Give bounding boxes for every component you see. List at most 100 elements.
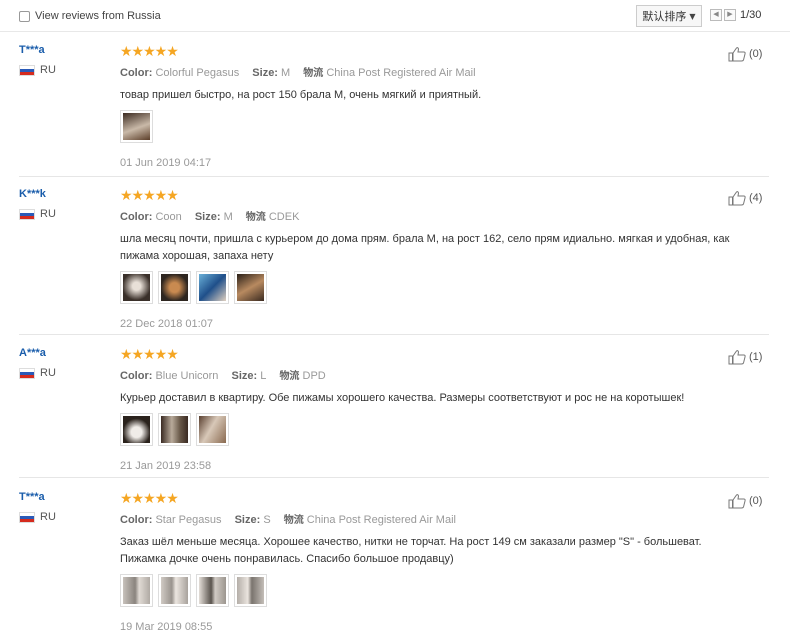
thumbs-up-icon [728, 350, 746, 365]
order-attributes: Color: Coon Size: M 物流 CDEK [120, 208, 720, 223]
country-filter-checkbox[interactable] [19, 10, 30, 22]
reviewer-country: RU [19, 511, 56, 523]
order-attributes: Color: Colorful Pegasus Size: M 物流 China… [120, 64, 720, 79]
sort-dropdown-label: 默认排序 [642, 10, 687, 23]
review-date: 21 Jan 2019 23:58 [120, 460, 212, 472]
attr-value: Blue Unicorn [155, 370, 219, 382]
attr-value: China Post Registered Air Mail [326, 67, 476, 79]
page-indicator: 1/30 [740, 9, 762, 21]
attr-key: Color: [120, 211, 153, 223]
attr-key: 物流 [303, 68, 324, 79]
review-body: ★★★★★ Color: Colorful Pegasus Size: M 物流… [120, 44, 720, 169]
reviewer-name[interactable]: K***k [19, 188, 56, 200]
country-code: RU [40, 208, 56, 220]
review-divider [19, 334, 769, 335]
reviewer: K***k RU [19, 188, 56, 220]
helpful-count: (0) [749, 495, 763, 507]
review-text: товар пришел быстро, на рост 150 брала М… [120, 89, 482, 101]
attr-key: Size: [194, 211, 221, 223]
attr-key: Size: [252, 67, 278, 79]
review-text: Курьер доставил в квартиру. Обе пижамы х… [120, 392, 685, 404]
helpful-button[interactable]: (0) [728, 493, 762, 509]
country-code: RU [40, 511, 56, 523]
review-photos [120, 413, 720, 446]
reviewer-country: RU [19, 64, 56, 76]
review-photo[interactable] [158, 574, 191, 607]
review-date: 19 Mar 2019 08:55 [120, 621, 213, 633]
attr-value: DPD [302, 370, 326, 382]
prev-page-button[interactable]: ◀ [710, 9, 722, 21]
review-photo[interactable] [196, 271, 229, 304]
review-body: ★★★★★ Color: Star Pegasus Size: S 物流 Chi… [120, 491, 720, 633]
russia-flag-icon [19, 367, 35, 379]
review-photo[interactable] [120, 271, 153, 304]
country-filter-label[interactable]: View reviews from Russia [35, 10, 161, 22]
helpful-button[interactable]: (1) [728, 349, 762, 365]
chevron-down-icon: ▼ [689, 11, 696, 21]
attr-value: M [281, 67, 291, 79]
review-body: ★★★★★ Color: Coon Size: M 物流 CDEK шла ме… [120, 187, 729, 330]
review-photo[interactable] [234, 574, 267, 607]
star-rating: ★★★★★ [120, 43, 179, 59]
attr-value: Colorful Pegasus [155, 67, 240, 79]
attr-value: Coon [155, 211, 182, 223]
attr-value: Star Pegasus [155, 514, 222, 526]
review-photo[interactable] [234, 271, 267, 304]
review-photo[interactable] [158, 271, 191, 304]
star-rating: ★★★★★ [120, 346, 179, 362]
review-item: K***k RU ★★★★★ Color: Coon Size: M 物流 CD… [0, 188, 790, 335]
russia-flag-icon [19, 208, 35, 220]
country-code: RU [40, 367, 56, 379]
attr-key: Color: [120, 370, 153, 382]
reviewer-country: RU [19, 367, 56, 379]
review-photo[interactable] [196, 413, 229, 446]
star-rating: ★★★★★ [120, 490, 179, 506]
attr-key: Size: [231, 370, 258, 382]
reviewer-name[interactable]: A***a [19, 347, 56, 359]
attr-key: Size: [234, 514, 261, 526]
attr-key: 物流 [279, 371, 300, 382]
review-photo[interactable] [120, 413, 153, 446]
review-photo[interactable] [120, 574, 153, 607]
reviewer: T***a RU [19, 44, 56, 76]
attr-key: 物流 [245, 212, 266, 223]
reviewer-name[interactable]: T***a [19, 44, 56, 56]
next-page-button[interactable]: ▶ [724, 9, 736, 21]
sort-dropdown[interactable]: 默认排序 ▼ [636, 5, 702, 27]
russia-flag-icon [19, 511, 35, 523]
review-divider [19, 477, 769, 478]
helpful-count: (4) [749, 192, 763, 204]
review-date: 22 Dec 2018 01:07 [120, 318, 213, 330]
helpful-count: (1) [749, 351, 763, 363]
russia-flag-icon [19, 64, 35, 76]
attr-value: CDEK [268, 211, 300, 223]
review-body: ★★★★★ Color: Blue Unicorn Size: L 物流 DPD… [120, 347, 720, 472]
helpful-button[interactable]: (4) [728, 190, 762, 206]
country-filter[interactable]: View reviews from Russia [19, 10, 161, 22]
star-rating: ★★★★★ [120, 187, 179, 203]
review-photo[interactable] [158, 413, 191, 446]
attr-value: S [263, 514, 271, 526]
helpful-count: (0) [749, 48, 763, 60]
review-date: 01 Jun 2019 04:17 [120, 157, 212, 169]
country-code: RU [40, 64, 56, 76]
review-text: шла месяц почти, пришла с курьером до до… [120, 233, 730, 262]
attr-key: Color: [120, 514, 153, 526]
review-photo[interactable] [196, 574, 229, 607]
thumbs-up-icon [728, 47, 746, 62]
attr-value: L [260, 370, 267, 382]
reviewer-name[interactable]: T***a [19, 491, 56, 503]
reviewer-country: RU [19, 208, 56, 220]
attr-key: 物流 [283, 515, 304, 526]
attr-value: M [223, 211, 233, 223]
helpful-button[interactable]: (0) [728, 46, 762, 62]
review-photo[interactable] [120, 110, 153, 143]
review-photos [120, 574, 720, 607]
reviewer: T***a RU [19, 491, 56, 523]
review-photos [120, 271, 720, 304]
order-attributes: Color: Blue Unicorn Size: L 物流 DPD [120, 367, 720, 382]
thumbs-up-icon [728, 191, 746, 206]
reviewer: A***a RU [19, 347, 56, 379]
attr-value: China Post Registered Air Mail [306, 514, 456, 526]
review-text: Заказ шёл меньше месяца. Хорошее качеств… [120, 536, 702, 565]
